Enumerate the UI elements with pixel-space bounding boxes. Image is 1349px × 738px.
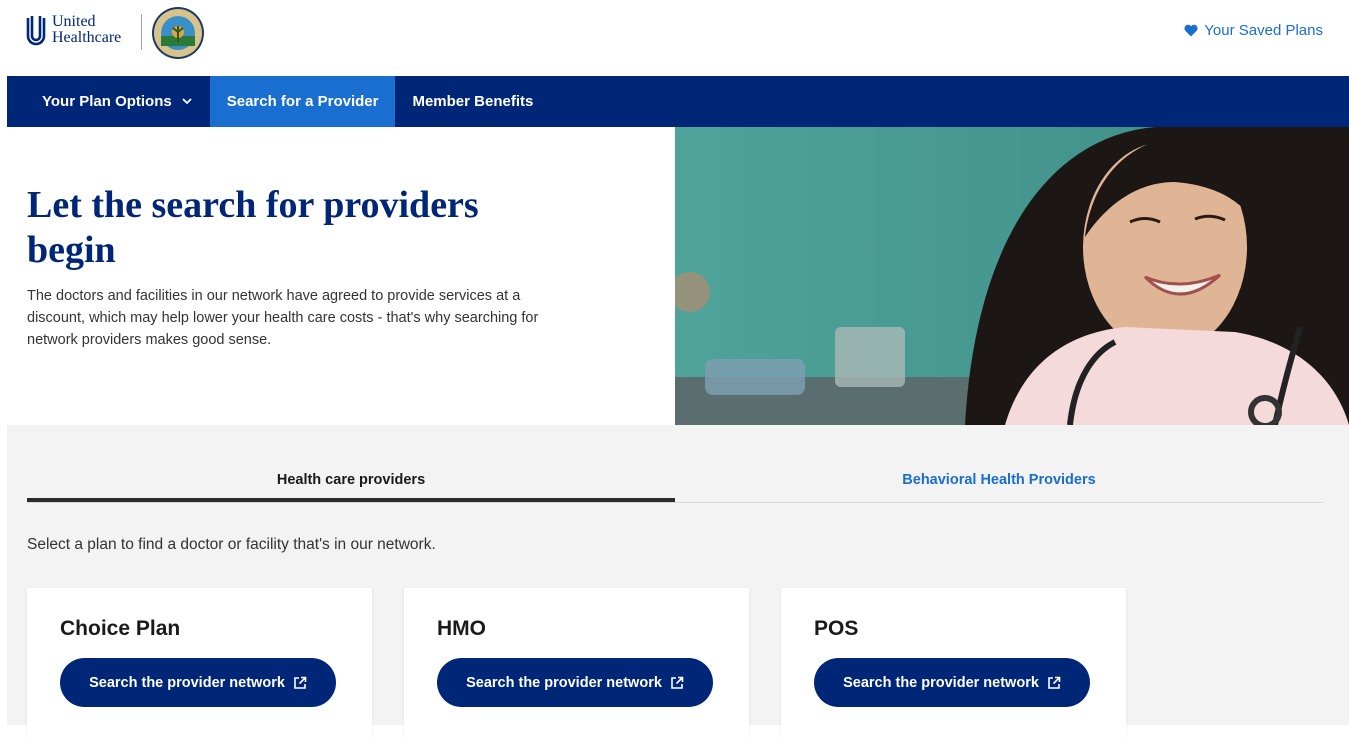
plan-card-title: Choice Plan [60,617,181,640]
plan-card-pos: POS Search the provider network [781,588,1126,738]
plan-card-title: POS [814,617,859,640]
external-link-icon [1048,676,1061,689]
tab-health-care-providers[interactable]: Health care providers [27,463,675,502]
united-healthcare-logo[interactable]: United Healthcare [26,14,121,46]
search-provider-network-button[interactable]: Search the provider network [437,658,713,707]
palm-beach-county-seal-icon [152,7,204,59]
hero-section: Let the search for providers begin The d… [7,127,1349,425]
main-nav: Your Plan Options Search for a Provider … [7,76,1349,127]
external-link-icon [671,676,684,689]
nav-item-your-plan-options[interactable]: Your Plan Options [7,76,210,127]
nav-item-label: Your Plan Options [42,93,172,110]
heart-icon [1184,24,1198,37]
button-label: Search the provider network [466,674,662,691]
plan-card-choice: Choice Plan Search the provider network [27,588,372,738]
hero-text: Let the search for providers begin The d… [27,183,567,351]
plan-card-hmo: HMO Search the provider network [404,588,749,738]
provider-tabs: Health care providers Behavioral Health … [27,463,1323,503]
provider-search-section: Health care providers Behavioral Health … [7,425,1349,738]
nav-item-member-benefits[interactable]: Member Benefits [395,76,550,127]
brand-wordmark: United Healthcare [52,14,121,46]
nav-item-search-for-provider[interactable]: Search for a Provider [209,76,396,127]
search-provider-network-button[interactable]: Search the provider network [814,658,1090,707]
hero-photo-doctor [675,127,1349,425]
nav-item-label: Member Benefits [412,93,534,110]
chevron-down-icon [182,98,192,105]
plan-card-title: HMO [437,617,486,640]
doctor-photo-image [675,127,1349,425]
logo-divider [141,14,142,50]
button-label: Search the provider network [843,674,1039,691]
nav-item-label: Search for a Provider [226,93,379,110]
search-provider-network-button[interactable]: Search the provider network [60,658,336,707]
brand-line-2: Healthcare [52,29,122,46]
page-title: Let the search for providers begin [27,184,479,271]
external-link-icon [294,676,307,689]
brand-line-1: United [52,13,96,30]
saved-plans-label: Your Saved Plans [1204,22,1323,39]
button-label: Search the provider network [89,674,285,691]
top-bar: United Healthcare Your Saved Plans [0,0,1349,76]
saved-plans-link[interactable]: Your Saved Plans [1184,22,1323,39]
united-healthcare-mark-icon [26,16,46,46]
tab-behavioral-health-providers[interactable]: Behavioral Health Providers [675,463,1323,502]
hero-description: The doctors and facilities in our networ… [27,288,539,348]
select-plan-instruction: Select a plan to find a doctor or facili… [27,536,436,553]
